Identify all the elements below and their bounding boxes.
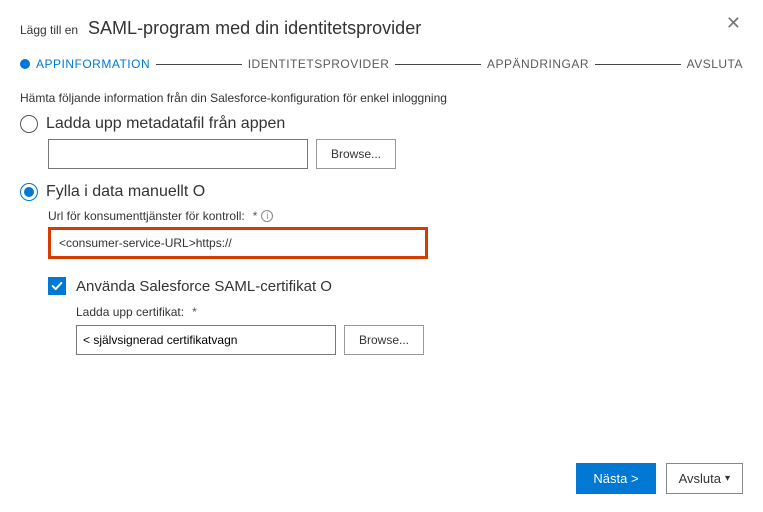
browse-cert-button[interactable]: Browse...	[344, 325, 424, 355]
checkbox-label: Använda Salesforce SAML-certifikat O	[76, 278, 332, 295]
step-appinfo[interactable]: APPINFORMATION	[20, 57, 150, 71]
instruction-text: Hämta följande information från din Sale…	[20, 91, 743, 105]
step-divider	[156, 64, 242, 65]
step-label: APPÄNDRINGAR	[487, 57, 589, 71]
step-idp[interactable]: IDENTITETSPROVIDER	[248, 57, 390, 71]
dialog-header: Lägg till en SAML-program med din identi…	[20, 18, 743, 39]
field-label: Url för konsumenttjänster för kontroll: …	[48, 209, 743, 223]
close-button[interactable]: ✕	[720, 12, 747, 35]
consumer-url-field: Url för konsumenttjänster för kontroll: …	[48, 209, 743, 259]
required-indicator: *	[192, 305, 197, 319]
browse-metadata-button[interactable]: Browse...	[316, 139, 396, 169]
option-upload-metadata[interactable]: Ladda upp metadatafil från appen	[20, 115, 743, 133]
step-indicator: APPINFORMATION IDENTITETSPROVIDER APPÄND…	[20, 57, 743, 71]
next-button[interactable]: Nästa >	[576, 463, 655, 494]
step-bullet-icon	[20, 59, 30, 69]
metadata-file-input[interactable]	[48, 139, 308, 169]
header-title: SAML-program med din identitetsprovider	[88, 18, 421, 39]
upload-metadata-row: Browse...	[48, 139, 743, 169]
option-manual-entry[interactable]: Fylla i data manuellt O	[20, 183, 743, 201]
field-label: Ladda upp certifikat: *	[76, 305, 743, 319]
cancel-label: Avsluta	[679, 471, 721, 486]
step-label: APPINFORMATION	[36, 57, 150, 71]
checkbox-checked-icon[interactable]	[48, 277, 66, 295]
use-salesforce-cert-row[interactable]: Använda Salesforce SAML-certifikat O	[48, 277, 743, 295]
step-finish[interactable]: AVSLUTA	[687, 57, 743, 71]
radio-label: Ladda upp metadatafil från appen	[46, 115, 285, 133]
cert-file-input[interactable]	[76, 325, 336, 355]
upload-cert-row: Browse...	[76, 325, 743, 355]
cancel-button[interactable]: Avsluta ▾	[666, 463, 743, 494]
info-icon[interactable]: i	[261, 210, 273, 222]
dialog-footer: Nästa > Avsluta ▾	[576, 463, 743, 494]
step-label: AVSLUTA	[687, 57, 743, 71]
radio-label: Fylla i data manuellt O	[46, 183, 205, 201]
step-changes[interactable]: APPÄNDRINGAR	[487, 57, 589, 71]
label-text: Ladda upp certifikat:	[76, 305, 184, 319]
step-divider	[595, 64, 681, 65]
step-divider	[395, 64, 481, 65]
label-text: Url för konsumenttjänster för kontroll:	[48, 209, 245, 223]
header-pretext: Lägg till en	[20, 23, 78, 37]
step-label: IDENTITETSPROVIDER	[248, 57, 390, 71]
chevron-down-icon: ▾	[725, 473, 730, 484]
radio-icon[interactable]	[20, 183, 38, 201]
consumer-url-input[interactable]	[48, 227, 428, 259]
radio-icon[interactable]	[20, 115, 38, 133]
upload-cert-field: Ladda upp certifikat: * Browse...	[76, 305, 743, 355]
required-indicator: *	[253, 209, 258, 223]
